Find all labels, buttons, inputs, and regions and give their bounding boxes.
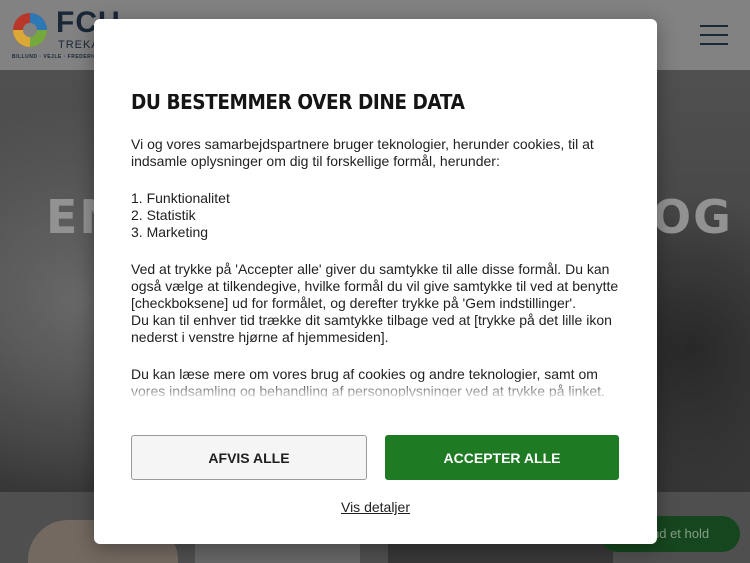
accept-all-button[interactable]: ACCEPTER ALLE [385, 435, 619, 480]
cookie-consent-dialog: DU BESTEMMER OVER DINE DATA Vi og vores … [94, 19, 657, 544]
purpose-item: 1. Funktionalitet [131, 190, 230, 206]
consent-explanation: Ved at trykke på 'Accepter alle' giver d… [131, 261, 621, 346]
purpose-list: 1. Funktionalitet 2. Statistik 3. Market… [131, 190, 621, 241]
consent-title: DU BESTEMMER OVER DINE DATA [131, 94, 465, 114]
purpose-item: 2. Statistik [131, 207, 196, 223]
show-details-link[interactable]: Vis detaljer [94, 499, 657, 515]
purpose-item: 3. Marketing [131, 224, 209, 240]
consent-text-area[interactable]: DU BESTEMMER OVER DINE DATA Vi og vores … [131, 94, 621, 397]
consent-explanation-accept: Ved at trykke på 'Accepter alle' giver d… [131, 261, 619, 311]
scroll-fade [94, 379, 657, 401]
consent-intro: Vi og vores samarbejdspartnere bruger te… [131, 136, 594, 169]
consent-explanation-withdraw: Du kan til enhver tid trække dit samtykk… [131, 312, 612, 345]
reject-all-button[interactable]: AFVIS ALLE [131, 435, 367, 480]
